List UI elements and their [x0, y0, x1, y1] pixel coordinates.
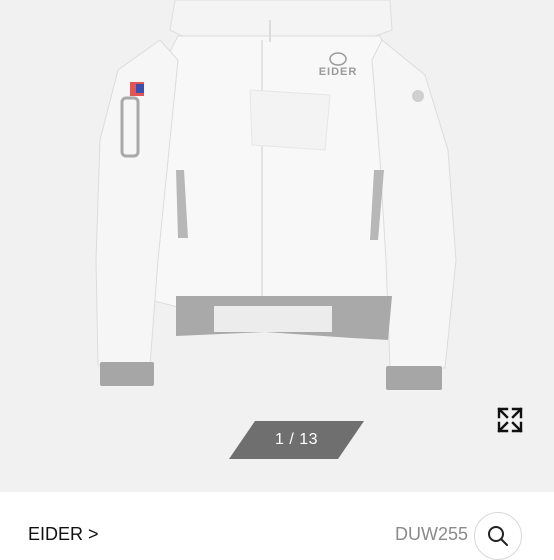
brand-link[interactable]: EIDER > [28, 524, 99, 545]
jacket-logo: EIDER [319, 66, 358, 78]
expand-arrows-icon [497, 407, 523, 433]
image-counter-badge: 1 / 13 [229, 421, 364, 459]
search-icon [488, 526, 508, 546]
expand-button[interactable] [492, 402, 528, 438]
image-counter: 1 / 13 [274, 431, 319, 448]
model-code: DUW255 [395, 524, 469, 544]
product-image-gallery[interactable]: EIDER 1 / 13 [0, 0, 554, 492]
search-button[interactable] [474, 512, 522, 560]
product-image[interactable]: EIDER [0, 0, 554, 492]
